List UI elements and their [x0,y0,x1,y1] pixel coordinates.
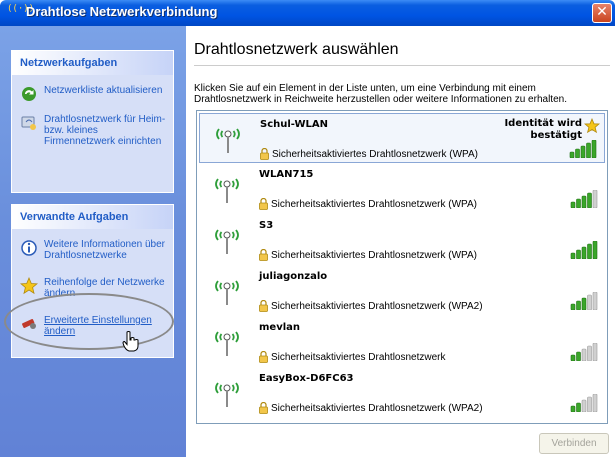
page-title: Drahtlosnetzwerk auswählen [194,41,399,58]
lock-icon [259,300,268,312]
hand-cursor-icon [122,331,139,352]
lock-icon [260,148,269,160]
setup-home-network-link[interactable]: Drahtlosnetzwerk für Heim- bzw. kleines … [12,108,173,153]
network-list[interactable]: Schul-WLAN Sicherheitsaktiviertes Drahtlo… [196,110,608,424]
lock-icon [259,249,268,261]
lock-icon [259,198,268,210]
main-panel: Drahtlosnetzwerk auswählen Klicken Sie a… [186,26,615,457]
signal-strength-icon [569,140,597,158]
refresh-icon [22,87,36,101]
network-row[interactable]: juliagonzalo Sicherheitsaktiviertes Draht… [199,266,605,316]
network-security-text: Sicherheitsaktiviertes Drahtlosnetzwerk … [271,403,483,414]
signal-strength-icon [570,241,598,259]
wireless-network-icon [215,178,239,203]
wireless-network-icon [215,331,239,356]
more-info-label: Weitere Informationen über Drahtlosnetzw… [44,239,165,261]
wireless-network-icon [215,382,239,407]
network-name: S3 [259,220,274,231]
signal-strength-icon [570,394,598,412]
lock-icon [259,402,268,414]
setup-home-network-label: Drahtlosnetzwerk für Heim- bzw. kleines … [44,114,166,147]
network-security-text: Sicherheitsaktiviertes Drahtlosnetzwerk [271,352,446,363]
signal-strength-icon [570,190,598,208]
instructions-text: Klicken Sie auf ein Element in der Liste… [194,83,567,105]
wizard-icon [21,116,36,130]
network-security-text: Sicherheitsaktiviertes Drahtlosnetzwerk … [271,250,477,261]
task-pane: Netzwerkaufgaben Netzwerkliste aktualisi… [0,26,186,457]
refresh-network-list-link[interactable]: Netzwerkliste aktualisieren [12,79,173,102]
network-name: EasyBox-D6FC63 [259,373,354,384]
network-name: juliagonzalo [259,271,328,282]
network-security-text: Sicherheitsaktiviertes Drahtlosnetzwerk … [272,149,478,160]
network-security-text: Sicherheitsaktiviertes Drahtlosnetzwerk … [271,301,483,312]
more-info-link[interactable]: Weitere Informationen über Drahtlosnetzw… [12,233,173,267]
network-status-text: Identität wird bestätigt [504,118,582,141]
network-name: Schul-WLAN [260,119,329,130]
connect-button[interactable]: Verbinden [539,433,609,454]
window-title: Drahtlose Netzwerkverbindung [26,4,218,19]
highlight-ellipse [4,293,174,350]
network-row[interactable]: EasyBox-D6FC63 Sicherheitsaktiviertes Dra… [199,368,605,418]
preferred-star-icon [584,118,600,134]
wireless-network-icon [215,229,239,254]
network-row[interactable]: mevlan Sicherheitsaktiviertes Drahtlosnet… [199,317,605,367]
signal-strength-icon [570,292,598,310]
star-icon [20,277,38,295]
network-tasks-group: Netzwerkaufgaben Netzwerkliste aktualisi… [11,50,174,193]
network-name: WLAN715 [259,169,314,180]
title-bar[interactable]: ((·)) Drahtlose Netzwerkverbindung ✕ [0,0,615,26]
title-divider [194,65,610,66]
wireless-network-icon [216,128,240,153]
network-row[interactable]: WLAN715 Sicherheitsaktiviertes Drahtlosne… [199,164,605,214]
refresh-network-list-label: Netzwerkliste aktualisieren [44,85,163,96]
network-tasks-header: Netzwerkaufgaben [12,51,173,75]
info-icon [21,240,37,256]
close-icon: ✕ [596,4,608,20]
lock-icon [259,351,268,363]
wireless-network-icon [215,280,239,305]
network-security-text: Sicherheitsaktiviertes Drahtlosnetzwerk … [271,199,477,210]
network-row[interactable]: S3 Sicherheitsaktiviertes Drahtlosnetzwer… [199,215,605,265]
close-button[interactable]: ✕ [592,3,612,23]
network-row[interactable]: Schul-WLAN Sicherheitsaktiviertes Drahtlo… [199,113,605,163]
related-tasks-header: Verwandte Aufgaben [12,205,173,229]
network-name: mevlan [259,322,301,333]
signal-strength-icon [570,343,598,361]
wireless-connection-window: ((·)) Drahtlose Netzwerkverbindung ✕ Net… [0,0,615,457]
